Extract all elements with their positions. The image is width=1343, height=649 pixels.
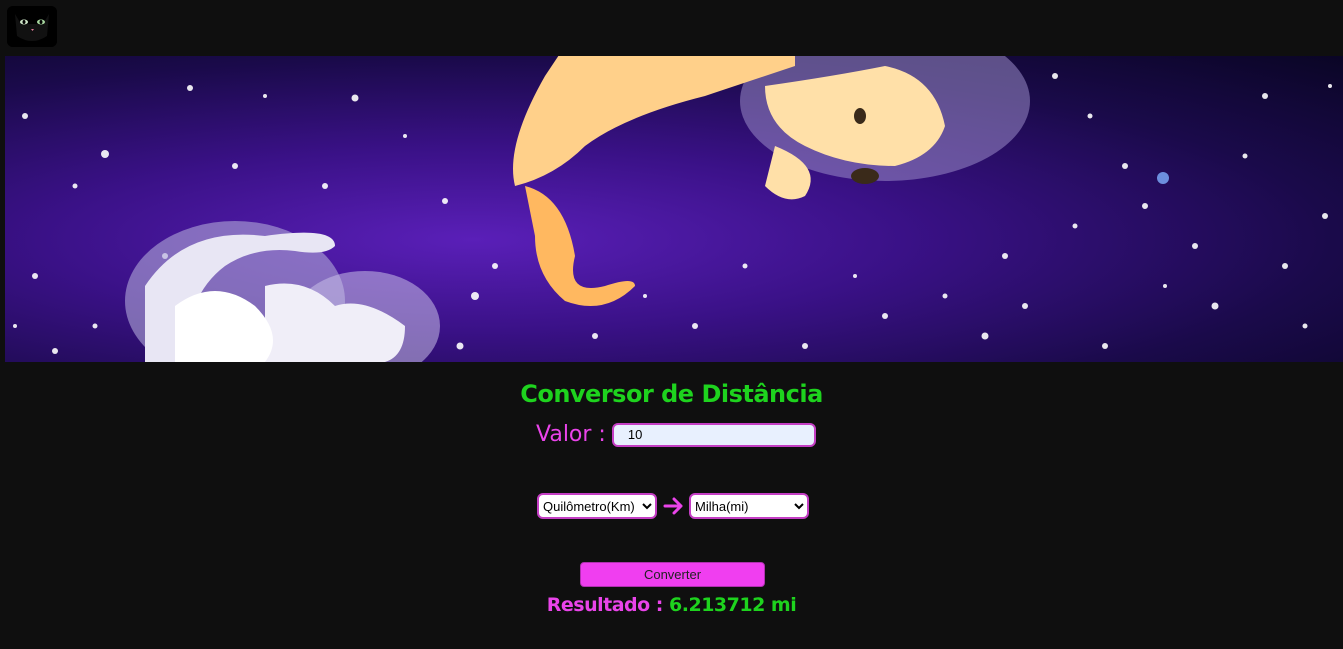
space-cats-banner-image (13, 56, 1332, 362)
black-cat-face-icon (7, 6, 57, 47)
convert-button[interactable]: Converter (580, 562, 765, 587)
logo[interactable] (7, 6, 57, 47)
unit-selector-row: Quilômetro(Km) Milha(mi) (537, 493, 809, 519)
page-title: Conversor de Distância (520, 380, 823, 408)
result-value: 6.213712 mi (669, 594, 797, 616)
from-unit-select[interactable]: Quilômetro(Km) (537, 493, 657, 519)
result-line: Resultado : 6.213712 mi (0, 594, 1343, 616)
result-label: Resultado : (546, 594, 664, 616)
space-cats-banner (5, 56, 1343, 362)
valor-row: Valor : (536, 422, 816, 447)
to-unit-select[interactable]: Milha(mi) (689, 493, 809, 519)
valor-label: Valor : (536, 422, 606, 447)
arrow-right-icon (663, 497, 683, 515)
valor-input[interactable] (611, 422, 816, 447)
